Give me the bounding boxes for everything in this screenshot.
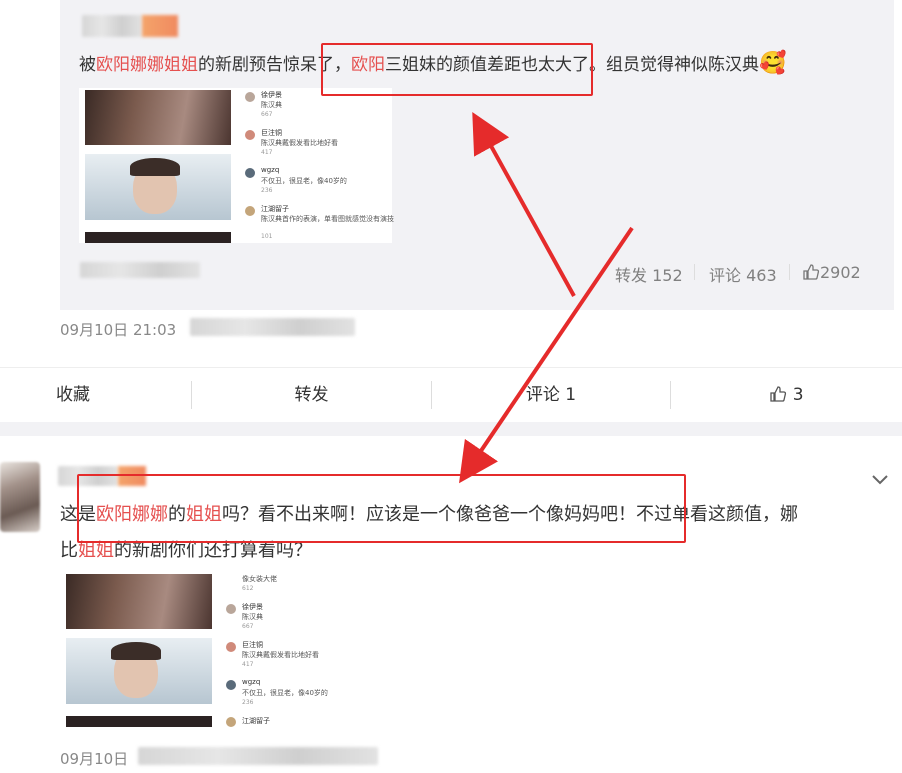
arrow-down: [459, 226, 634, 484]
arrow-up: [472, 111, 576, 297]
annotation-arrows: [459, 111, 634, 484]
